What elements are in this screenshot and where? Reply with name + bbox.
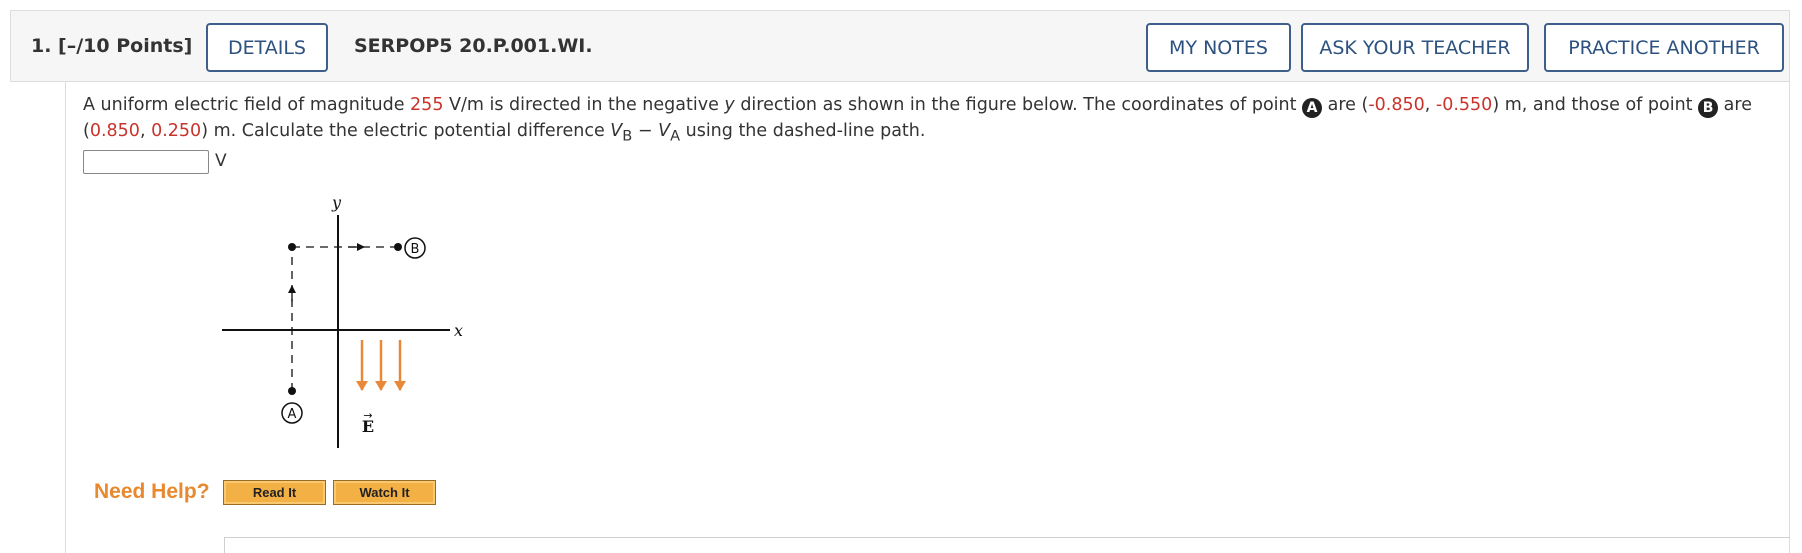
field-figure: x y A B E →	[218, 190, 478, 464]
next-section-border	[224, 537, 1790, 553]
point-b-label: B	[411, 242, 420, 257]
point-a-dot	[288, 387, 296, 395]
answer-input[interactable]	[83, 150, 209, 174]
field-magnitude: 255	[410, 95, 444, 115]
point-b-x: 0.850	[89, 121, 140, 141]
x-axis-label: x	[454, 321, 463, 340]
need-help-label: Need Help?	[94, 480, 210, 503]
field-vector-arrow-icon: →	[363, 409, 372, 422]
point-a-y: -0.550	[1435, 95, 1493, 115]
ask-your-teacher-button[interactable]: ASK YOUR TEACHER	[1301, 23, 1529, 72]
point-a-x: -0.850	[1368, 95, 1425, 115]
answer-unit: V	[215, 151, 227, 171]
point-b-dot	[394, 243, 402, 251]
question-text: A uniform electric field of magnitude 25…	[83, 95, 1752, 145]
y-axis-label: y	[331, 193, 342, 212]
read-it-button[interactable]: Read It	[223, 480, 326, 505]
question-header: 1. [–/10 Points] DETAILS SERPOP5 20.P.00…	[10, 10, 1790, 82]
corner-dot	[288, 243, 296, 251]
my-notes-button[interactable]: MY NOTES	[1146, 23, 1291, 72]
point-b-y: 0.250	[151, 121, 202, 141]
question-number: 1. [–/10 Points]	[31, 35, 193, 57]
point-a-label: A	[288, 407, 297, 422]
point-a-icon: A	[1302, 98, 1323, 118]
details-button[interactable]: DETAILS	[206, 23, 328, 72]
field-diagram: x y A B E →	[222, 193, 463, 448]
point-b-icon: B	[1698, 98, 1719, 118]
problem-code: SERPOP5 20.P.001.WI.	[354, 35, 593, 57]
watch-it-button[interactable]: Watch It	[333, 480, 436, 505]
practice-another-button[interactable]: PRACTICE ANOTHER	[1544, 23, 1784, 72]
